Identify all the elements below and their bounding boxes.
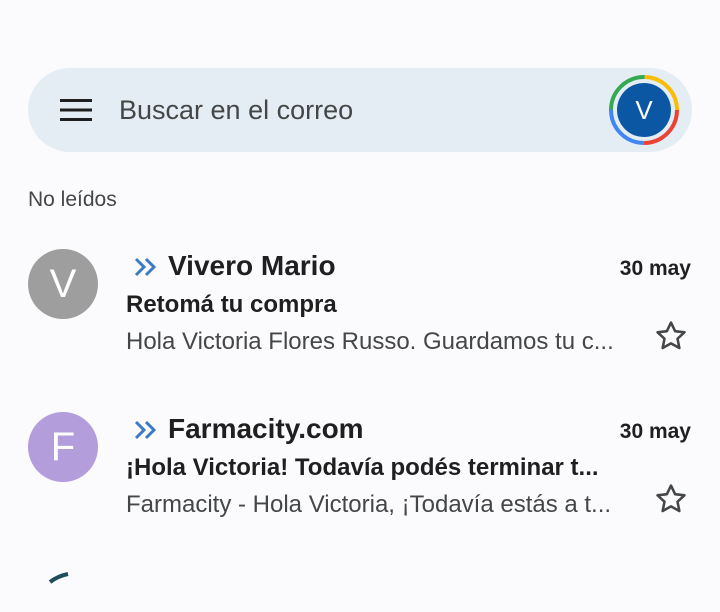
sender-avatar: V	[28, 249, 98, 319]
importance-marker-icon	[134, 420, 157, 440]
email-subject: Retomá tu compra	[126, 291, 337, 318]
account-avatar-button[interactable]: V	[608, 74, 680, 146]
next-email-avatar-partial[interactable]	[28, 572, 98, 612]
star-button[interactable]	[652, 480, 690, 518]
partial-avatar-icon	[48, 572, 69, 584]
star-icon	[656, 484, 686, 513]
email-row[interactable]: F Farmacity.com 30 may ¡Hola Victoria! T…	[0, 412, 720, 552]
sender-name: Farmacity.com	[168, 413, 364, 444]
search-bar[interactable]: V	[28, 68, 692, 152]
sender-name: Vivero Mario	[168, 250, 336, 281]
section-label: No leídos	[28, 188, 117, 211]
account-avatar-initial: V	[635, 95, 653, 125]
hamburger-menu-icon	[60, 99, 92, 121]
email-date: 30 may	[619, 420, 691, 443]
email-subject: ¡Hola Victoria! Todavía podés terminar t…	[126, 454, 599, 481]
account-avatar: V	[609, 75, 679, 145]
star-button[interactable]	[652, 317, 690, 355]
email-date: 30 may	[619, 257, 691, 280]
star-icon	[656, 321, 686, 350]
email-row[interactable]: V Vivero Mario 30 may Retomá tu compra H…	[0, 249, 720, 389]
menu-button[interactable]	[58, 96, 94, 124]
search-input[interactable]	[119, 88, 579, 132]
email-snippet: Farmacity - Hola Victoria, ¡Todavía está…	[126, 491, 612, 518]
sender-avatar: F	[28, 412, 98, 482]
importance-marker-icon	[134, 257, 157, 277]
email-snippet: Hola Victoria Flores Russo. Guardamos tu…	[126, 328, 614, 355]
